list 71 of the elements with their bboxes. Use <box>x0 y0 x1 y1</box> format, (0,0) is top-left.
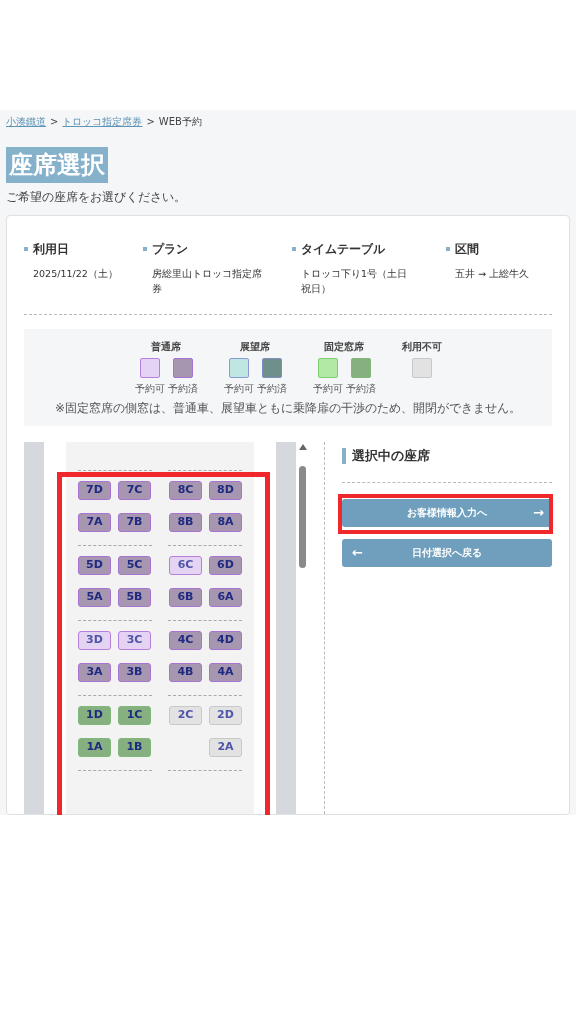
seat-button[interactable]: 2D <box>209 706 242 725</box>
summary-label: 区間 <box>455 241 479 258</box>
seat-button[interactable]: 1A <box>78 738 111 757</box>
section-heading: 選択中の座席 <box>352 447 430 465</box>
seat-button[interactable]: 4D <box>209 631 242 650</box>
seat-button[interactable]: 6B <box>169 588 202 607</box>
seat-button[interactable]: 8A <box>209 513 242 532</box>
seat-button[interactable]: 5A <box>78 588 111 607</box>
breadcrumb-link[interactable]: トロッコ指定席券 <box>62 114 143 129</box>
legend-caption: 予約済 <box>256 382 287 396</box>
seat-button[interactable]: 5B <box>118 588 151 607</box>
seat-button[interactable]: 4C <box>169 631 202 650</box>
legend-label: 利用不可 <box>401 340 442 354</box>
seat-button[interactable]: 8D <box>209 481 242 500</box>
seat-button[interactable]: 3D <box>78 631 111 650</box>
seat-button[interactable]: 4A <box>209 663 242 682</box>
seat-button[interactable]: 6C <box>169 556 202 575</box>
seat-button[interactable]: 6A <box>209 588 242 607</box>
seat-button[interactable]: 5C <box>118 556 151 575</box>
seat-button[interactable]: 8C <box>169 481 202 500</box>
legend-label: 展望席 <box>240 340 270 354</box>
seat-button[interactable]: 7A <box>78 513 111 532</box>
legend-note: ※固定窓席の側窓は、普通車、展望車ともに乗降扉の干渉のため、開閉ができません。 <box>54 400 522 416</box>
legend-label: 普通席 <box>151 340 181 354</box>
seat-button[interactable]: 8B <box>169 513 202 532</box>
summary-label: 利用日 <box>33 241 69 258</box>
summary-value: 2025/11/22（土） <box>32 267 119 281</box>
summary-label: タイムテーブル <box>301 241 385 258</box>
seat-button[interactable]: 1C <box>118 706 151 725</box>
bullet-icon <box>446 247 450 251</box>
summary-value: トロッコ下り1号（土日祝日） <box>300 267 409 296</box>
scrollbar-thumb[interactable] <box>299 466 306 568</box>
seat-button[interactable]: 1D <box>78 706 111 725</box>
seat-button[interactable]: 4B <box>169 663 202 682</box>
seat-button[interactable]: 5D <box>78 556 111 575</box>
seat-button[interactable]: 3A <box>78 663 111 682</box>
heading-bar-icon <box>342 447 346 464</box>
seat-button[interactable]: 2A <box>209 738 242 757</box>
button-label: お客様情報入力へ <box>407 506 487 520</box>
bullet-icon <box>292 247 296 251</box>
legend-caption: 予約済 <box>345 382 376 396</box>
seat-button[interactable]: 7B <box>118 513 151 532</box>
next-button[interactable]: お客様情報入力へ → <box>342 498 552 527</box>
intro-text: ご希望の座席をお選びください。 <box>6 189 187 205</box>
breadcrumb-current: WEB予約 <box>158 115 202 129</box>
legend-caption: 予約済 <box>167 382 198 396</box>
legend-label: 固定窓席 <box>324 340 364 354</box>
seat-button[interactable]: 3C <box>118 631 151 650</box>
seat-button[interactable]: 7D <box>78 481 111 500</box>
seat-button[interactable]: 2C <box>169 706 202 725</box>
summary-value: 五井 → 上総牛久 <box>454 267 530 281</box>
legend-caption: 予約可 <box>223 382 254 396</box>
arrow-left-icon: ← <box>352 542 363 563</box>
seat-button[interactable]: 7C <box>118 481 151 500</box>
breadcrumb-separator: > <box>146 115 155 129</box>
back-button[interactable]: ← 日付選択へ戻る <box>342 538 552 567</box>
seat-button[interactable]: 1B <box>118 738 151 757</box>
seat-button[interactable]: 6D <box>209 556 242 575</box>
summary-value: 房総里山トロッコ指定席券 <box>151 267 263 296</box>
bullet-icon <box>24 247 28 251</box>
page-title: 座席選択 <box>6 147 108 183</box>
seat-button[interactable]: 3B <box>118 663 151 682</box>
scroll-up-icon[interactable] <box>298 444 307 450</box>
legend-caption: 予約可 <box>134 382 165 396</box>
button-label: 日付選択へ戻る <box>412 546 482 560</box>
legend-caption: 予約可 <box>312 382 343 396</box>
arrow-right-icon: → <box>533 502 544 523</box>
bullet-icon <box>143 247 147 251</box>
breadcrumb-link[interactable]: 小湊鐵道 <box>6 114 46 129</box>
summary-label: プラン <box>152 241 188 258</box>
breadcrumb-separator: > <box>50 115 59 129</box>
